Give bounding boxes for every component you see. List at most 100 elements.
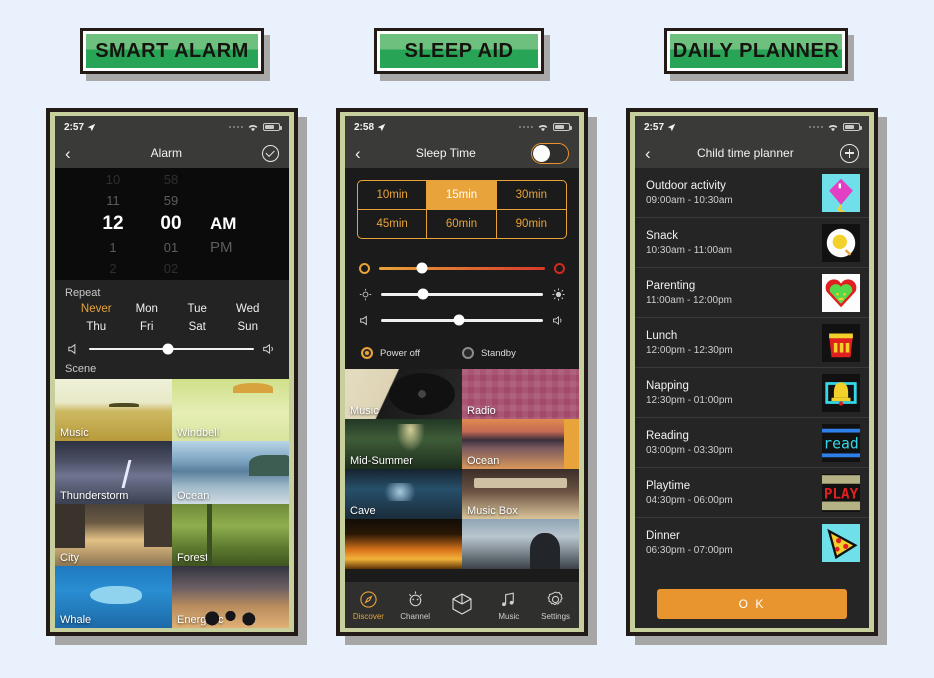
duration-60min[interactable]: 60min [427,210,497,238]
media-tile-sunset[interactable] [462,519,579,569]
tab-center-cube[interactable] [439,592,485,619]
repeat-days: Never Mon Tue Wed Thu Fri Sat Sun [65,303,279,333]
minute-option[interactable]: 59 [142,190,200,211]
scene-tile-thunderstorm[interactable]: Thunderstorm [55,441,172,504]
chevron-left-icon[interactable]: ‹ [355,145,361,162]
duration-15min-selected[interactable]: 15min [427,181,497,210]
day-never[interactable]: Never [71,303,122,315]
meridiem-column[interactable]: AM PM [200,169,260,279]
minute-column[interactable]: 58 59 00 01 02 [142,169,200,279]
day-sun[interactable]: Sun [223,321,274,333]
phone-frame: 2:57 ‹ [50,112,294,632]
volume-track[interactable] [89,343,254,355]
planner-row-outdoor-activity[interactable]: Outdoor activity 09:00am - 10:30am [635,168,869,218]
status-indicators [518,123,572,132]
banner-white-border: SLEEP AID [377,31,541,71]
day-tue[interactable]: Tue [172,303,223,315]
media-tile-label: Radio [467,405,496,417]
media-tile-mid-summer[interactable]: Mid-Summer [345,419,462,469]
day-sat[interactable]: Sat [172,321,223,333]
planner-row-reading[interactable]: Reading 03:00pm - 03:30pm read [635,418,869,468]
time-picker[interactable]: 10 11 12 1 2 58 59 00 01 02 AM PM [55,168,289,280]
scene-tile-music[interactable]: Music [55,379,172,442]
radio-dot-selected[interactable] [361,347,373,359]
color-temperature-slider[interactable] [359,255,565,281]
duration-45min[interactable]: 45min [358,210,428,238]
radio-dot[interactable] [461,347,474,359]
color-temperature-knob[interactable] [416,262,428,274]
minute-option[interactable]: 58 [142,169,200,190]
media-tile-music-box[interactable]: Music Box [462,469,579,519]
scene-tile-energetic[interactable]: Energetic [172,565,289,628]
media-tile-ocean[interactable]: Ocean [462,419,579,469]
hour-option[interactable]: 11 [84,190,142,211]
scene-tile-label: City [60,551,79,564]
chevron-left-icon[interactable]: ‹ [645,145,651,162]
minute-option[interactable]: 02 [142,258,200,279]
planner-row-snack[interactable]: Snack 10:30am - 11:00am [635,218,869,268]
volume-track[interactable] [381,314,543,326]
volume-slider[interactable] [65,333,279,361]
ok-button[interactable]: O K [657,589,847,619]
day-fri[interactable]: Fri [122,321,173,333]
day-wed[interactable]: Wed [223,303,274,315]
check-circle-icon[interactable] [261,144,279,162]
day-mon[interactable]: Mon [122,303,173,315]
hour-option[interactable]: 2 [84,258,142,279]
planner-row-parenting[interactable]: Parenting 11:00am - 12:00pm [635,268,869,318]
duration-10min[interactable]: 10min [358,181,428,210]
location-arrow-icon [87,123,96,131]
scene-tile-whale[interactable]: Whale [55,565,172,628]
minute-option[interactable]: 01 [142,237,200,258]
media-tile-cave[interactable]: Cave [345,469,462,519]
brightness-slider[interactable] [359,281,565,307]
brightness-track[interactable] [381,288,543,300]
phone-outer-border: 2:57 ‹ [46,108,298,636]
sleep-toggle-switch[interactable] [530,142,569,164]
planner-row-text: Parenting 11:00am - 12:00pm [646,280,732,306]
plus-circle-icon[interactable] [839,143,859,163]
banner-inner: SLEEP AID [380,34,538,68]
chevron-left-icon[interactable]: ‹ [65,145,71,162]
meridiem-option-selected[interactable]: AM [210,211,260,237]
radio-standby[interactable]: Standby [461,347,516,359]
duration-90min[interactable]: 90min [497,210,566,238]
media-tile-radio[interactable]: Radio [462,369,579,419]
volume-knob[interactable] [453,314,465,326]
hour-option[interactable]: 1 [84,237,142,258]
color-temperature-track[interactable] [379,262,545,274]
day-thu[interactable]: Thu [71,321,122,333]
planner-row-napping[interactable]: Napping 12:30pm - 01:00pm [635,368,869,418]
phone-outer-border: 2:58 ‹ Sleep Time 10min 15min 30min 45mi… [336,108,588,636]
planner-row-playtime[interactable]: Playtime 04:30pm - 06:00pm PLAY [635,468,869,518]
status-time: 2:57 [644,122,676,133]
campfire-icon [406,590,425,609]
scene-tile-city[interactable]: City [55,503,172,566]
tab-channel[interactable]: Channel [392,590,438,621]
volume-knob[interactable] [162,343,174,355]
media-tile-fire[interactable] [345,519,462,569]
speaker-low-icon [68,343,76,355]
radio-power-off[interactable]: Power off [361,347,420,359]
planner-row-lunch[interactable]: Lunch 12:00pm - 12:30pm [635,318,869,368]
minute-option-selected[interactable]: 00 [142,211,200,237]
signal-dots-icon [808,125,823,129]
scene-tile-windbell[interactable]: Windbell [172,379,289,442]
planner-time: 12:30pm - 01:00pm [646,394,733,406]
hour-option-selected[interactable]: 12 [84,211,142,237]
duration-30min[interactable]: 30min [496,181,566,210]
planner-row-dinner[interactable]: Dinner 06:30pm - 07:00pm [635,518,869,568]
brightness-low-icon [359,288,372,300]
scene-tile-ocean[interactable]: Ocean [172,441,289,504]
tab-music[interactable]: Music [486,590,532,621]
tab-discover[interactable]: Discover [345,590,391,621]
hour-column[interactable]: 10 11 12 1 2 [84,169,142,279]
scene-grid: Music Windbell Thunderstorm Ocean City F… [55,379,289,628]
brightness-knob[interactable] [417,288,429,300]
volume-slider[interactable] [359,307,565,333]
meridiem-option[interactable]: PM [210,237,260,258]
media-tile-music[interactable]: Music [345,369,462,419]
tab-settings[interactable]: Settings [533,590,579,621]
hour-option[interactable]: 10 [84,169,142,190]
scene-tile-forest[interactable]: Forest [172,503,289,566]
